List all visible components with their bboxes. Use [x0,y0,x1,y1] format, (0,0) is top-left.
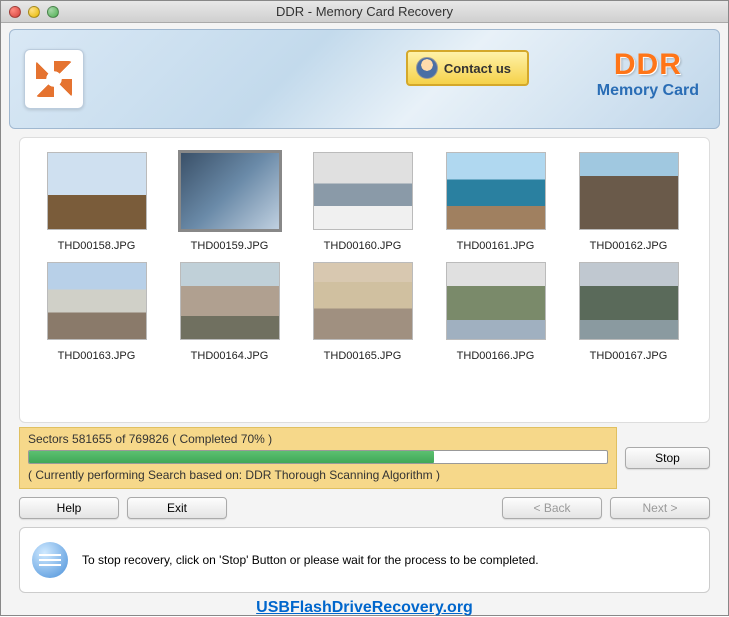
thumbnail-image[interactable] [446,152,546,230]
back-button[interactable]: < Back [502,497,602,519]
header-banner: Contact us DDR Memory Card [9,29,720,129]
app-logo [24,49,84,109]
thumbnail-item[interactable]: THD00159.JPG [163,152,296,252]
thumbnail-item[interactable]: THD00165.JPG [296,262,429,362]
thumbnail-filename: THD00163.JPG [30,350,163,362]
progress-area: Sectors 581655 of 769826 ( Completed 70%… [19,427,710,489]
brand-subtitle: Memory Card [597,82,699,100]
thumbnail-filename: THD00166.JPG [429,350,562,362]
thumbnail-filename: THD00159.JPG [163,240,296,252]
progress-fill [29,451,434,463]
thumbnail-item[interactable]: THD00161.JPG [429,152,562,252]
thumbnail-image[interactable] [579,152,679,230]
contact-avatar-icon [416,57,438,79]
info-icon [32,542,68,578]
exit-button[interactable]: Exit [127,497,227,519]
thumbnail-filename: THD00164.JPG [163,350,296,362]
thumbnail-item[interactable]: THD00163.JPG [30,262,163,362]
stop-button[interactable]: Stop [625,447,710,469]
progress-info: Sectors 581655 of 769826 ( Completed 70%… [19,427,617,489]
logo-pattern-icon [36,61,72,97]
thumbnail-filename: THD00162.JPG [562,240,695,252]
contact-us-button[interactable]: Contact us [406,50,529,86]
sectors-text: Sectors 581655 of 769826 ( Completed 70%… [28,432,608,446]
thumbnail-filename: THD00160.JPG [296,240,429,252]
footer-link[interactable]: USBFlashDriveRecovery.org [1,599,728,617]
thumbnail-item[interactable]: THD00158.JPG [30,152,163,252]
thumbnail-image[interactable] [180,262,280,340]
window-title: DDR - Memory Card Recovery [1,4,728,19]
thumbnail-filename: THD00161.JPG [429,240,562,252]
thumbnail-image[interactable] [313,262,413,340]
thumbnail-item[interactable]: THD00162.JPG [562,152,695,252]
brand-block: DDR Memory Card [597,48,699,100]
progress-bar [28,450,608,464]
thumbnail-item[interactable]: THD00166.JPG [429,262,562,362]
thumbnail-filename: THD00165.JPG [296,350,429,362]
tip-box: To stop recovery, click on 'Stop' Button… [19,527,710,593]
app-window: DDR - Memory Card Recovery Contact us DD… [0,0,729,616]
thumbnail-item[interactable]: THD00164.JPG [163,262,296,362]
thumbnail-image[interactable] [579,262,679,340]
brand-title: DDR [597,48,699,82]
thumbnail-panel: THD00158.JPGTHD00159.JPGTHD00160.JPGTHD0… [19,137,710,423]
thumbnail-image[interactable] [180,152,280,230]
help-button[interactable]: Help [19,497,119,519]
thumbnail-image[interactable] [313,152,413,230]
titlebar: DDR - Memory Card Recovery [1,1,728,23]
thumbnail-filename: THD00167.JPG [562,350,695,362]
thumbnail-image[interactable] [47,152,147,230]
thumbnail-image[interactable] [47,262,147,340]
next-button[interactable]: Next > [610,497,710,519]
thumbnail-filename: THD00158.JPG [30,240,163,252]
thumbnail-item[interactable]: THD00167.JPG [562,262,695,362]
nav-row: Help Exit < Back Next > [19,497,710,519]
thumbnail-grid: THD00158.JPGTHD00159.JPGTHD00160.JPGTHD0… [30,152,699,372]
contact-label: Contact us [444,61,511,76]
thumbnail-item[interactable]: THD00160.JPG [296,152,429,252]
algorithm-text: ( Currently performing Search based on: … [28,468,608,482]
thumbnail-image[interactable] [446,262,546,340]
tip-text: To stop recovery, click on 'Stop' Button… [82,553,539,567]
